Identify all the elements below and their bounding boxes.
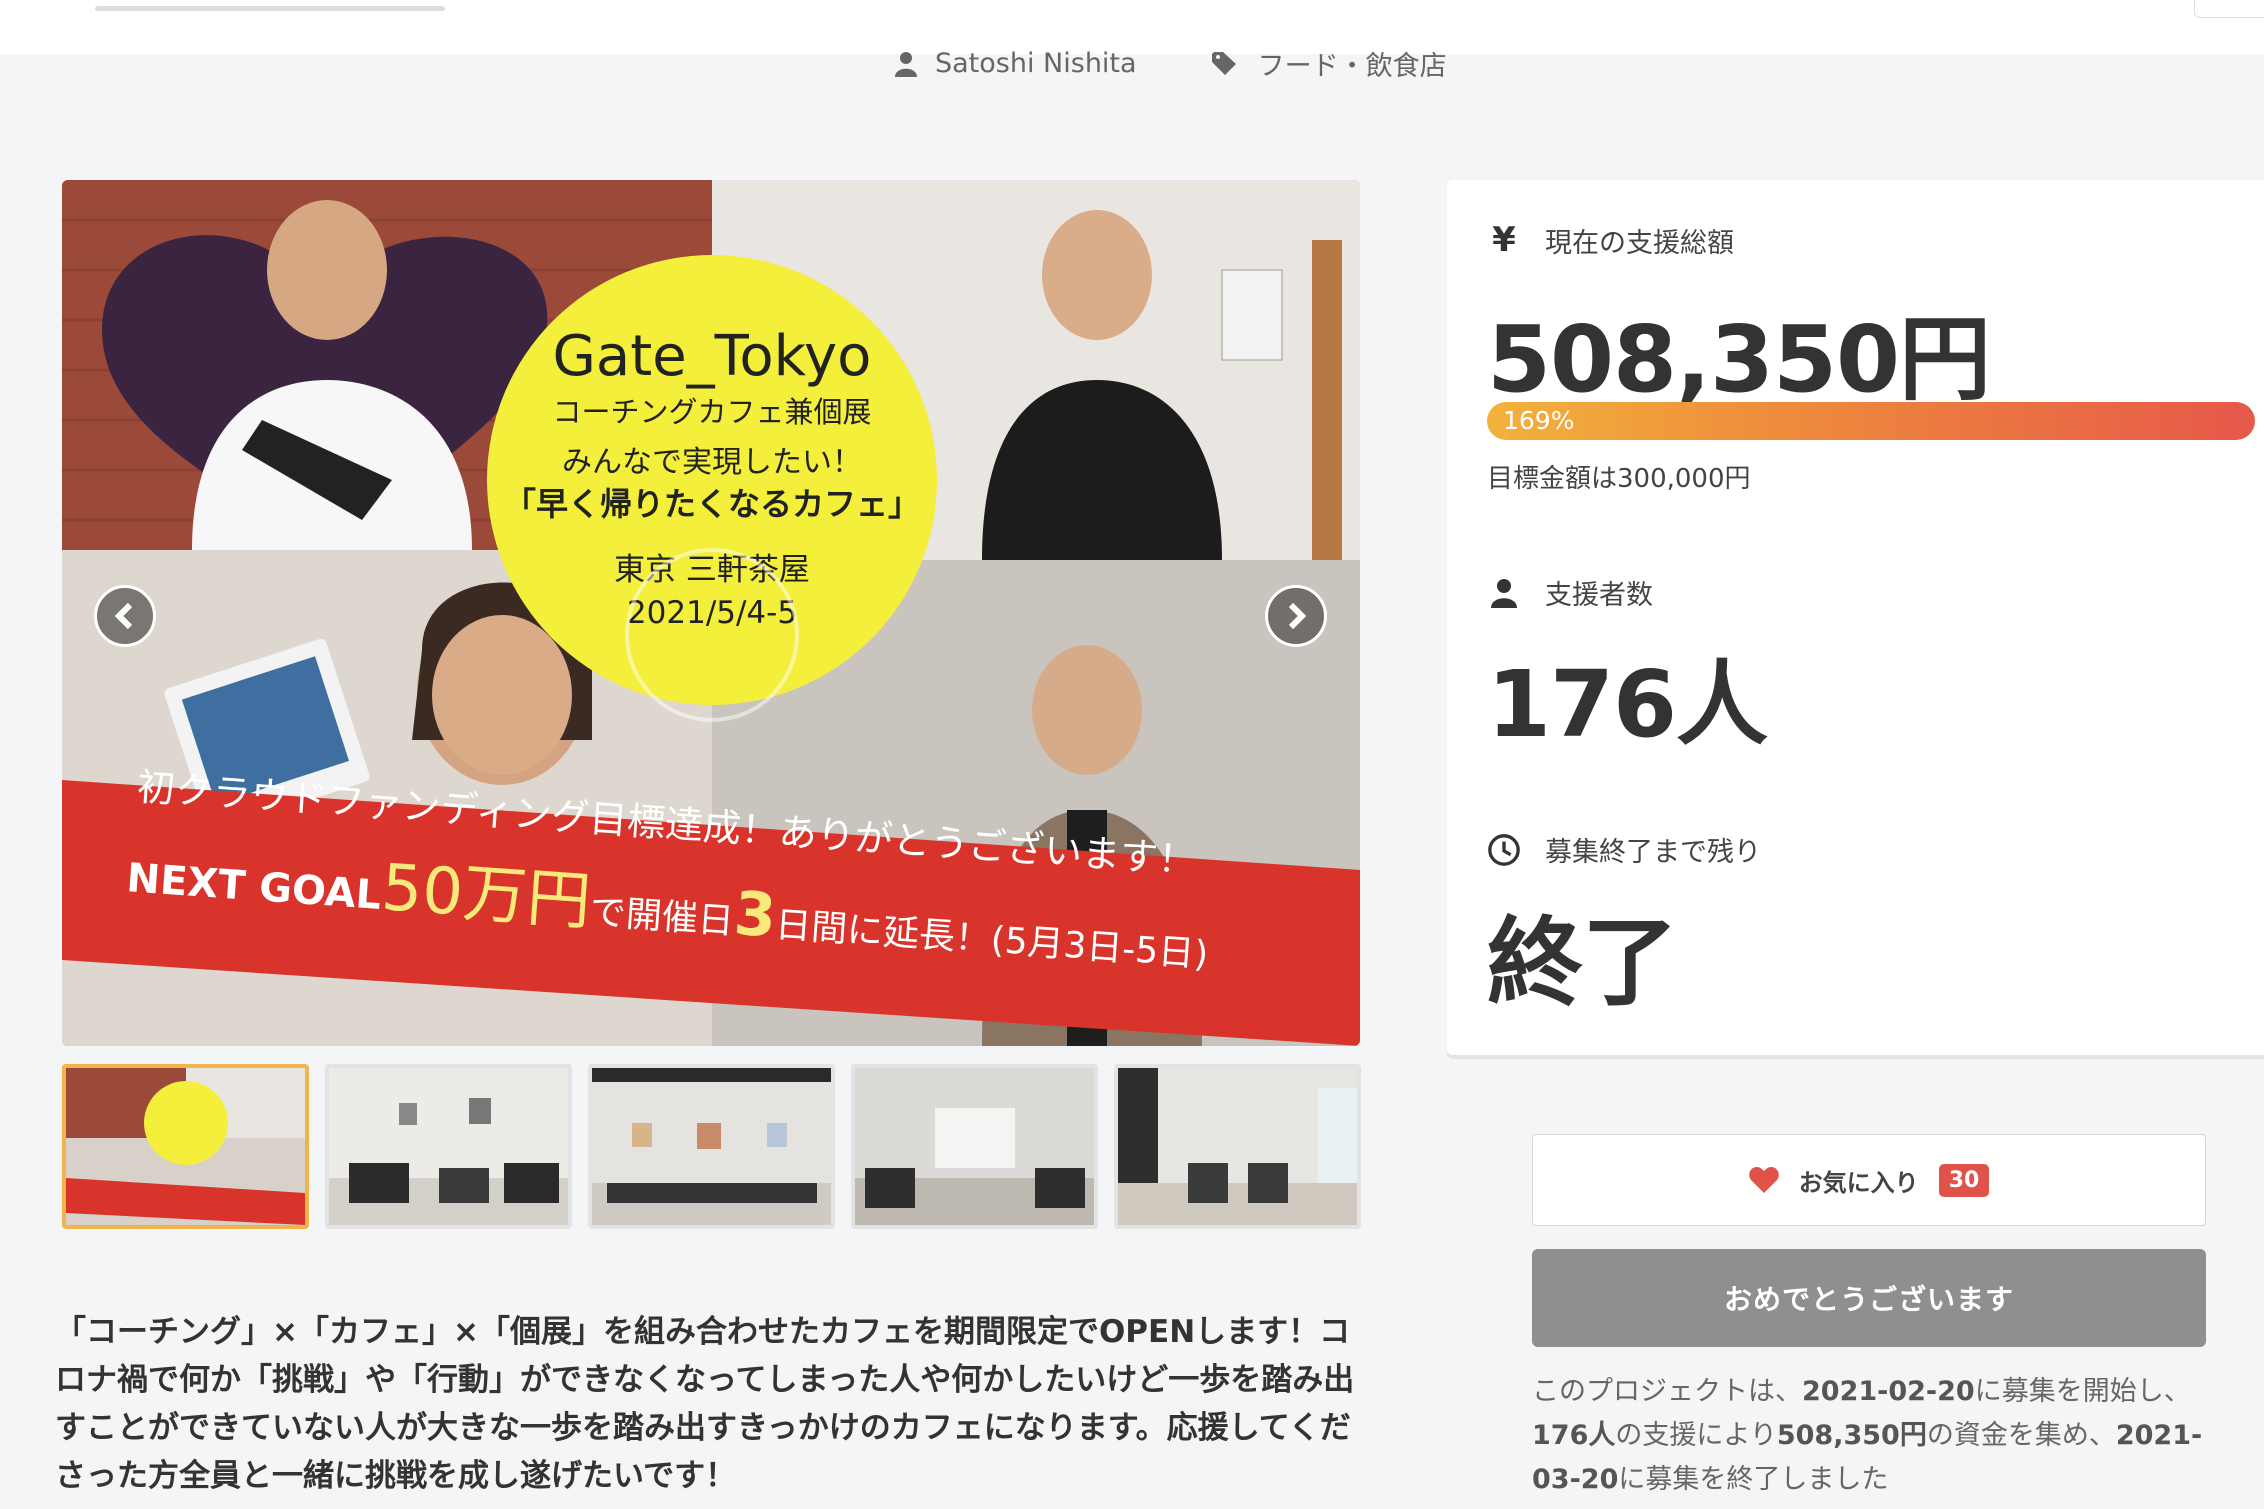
previous-image-button[interactable] [94, 585, 156, 647]
author-name: Satoshi Nishita [935, 48, 1137, 79]
remaining-label: 募集終了まで残り [1487, 830, 1761, 869]
title-circle [487, 255, 937, 705]
stats-card: ¥ 現在の支援総額 508,350円 169% 目標金額は300,000円 支援… [1447, 180, 2264, 1055]
remaining-value: 終了 [1487, 907, 1678, 1019]
congratulations-button[interactable]: おめでとうございます [1532, 1249, 2206, 1347]
start-date: 2021-02-20 [1802, 1376, 1975, 1407]
scroll-progress [95, 6, 445, 11]
thumbnail-2[interactable] [325, 1064, 572, 1229]
supporters-count: 176人 [1487, 651, 1768, 758]
project-description: 「コーチング」×「カフェ」×「個展」を組み合わせたカフェを期間限定でOPENしま… [55, 1314, 1355, 1494]
user-icon [1487, 578, 1521, 608]
total-amount: 508,350円 [1487, 306, 1991, 413]
tag-icon [1211, 51, 1236, 75]
image-title: Gate_Tokyo [553, 324, 872, 389]
category-link[interactable]: フード・飲食店 [1211, 44, 1447, 83]
image-tagline: みんなで実現したい！ [562, 445, 862, 480]
thumbnail-3[interactable] [588, 1064, 835, 1229]
funding-percent: 169% [1503, 406, 1575, 435]
clock-icon [1487, 832, 1521, 868]
image-cafe-name: 「早く帰りたくなるカフェ」 [504, 485, 920, 523]
category-name: フード・飲食店 [1257, 51, 1447, 82]
author-link[interactable]: Satoshi Nishita [895, 44, 1137, 83]
supporters-label: 支援者数 [1487, 573, 1653, 612]
project-meta: Satoshi Nishita フード・飲食店 [895, 44, 1447, 83]
thumbnail-4[interactable] [851, 1064, 1098, 1229]
thumbnail-strip [62, 1064, 1361, 1229]
main-image[interactable]: Gate_Tokyo コーチングカフェ兼個展 みんなで実現したい！ 「早く帰りた… [62, 180, 1360, 1046]
summary-amount: 508,350円 [1776, 1420, 1927, 1451]
chevron-right-icon [1288, 602, 1307, 630]
summary-supporters: 176人 [1532, 1420, 1616, 1451]
favorite-label: お気に入り [1798, 1168, 1919, 1197]
image-dates: 2021/5/4-5 [627, 595, 797, 631]
total-label: ¥ 現在の支援総額 [1487, 220, 1734, 260]
project-summary: このプロジェクトは、2021-02-20に募集を開始し、176人の支援により50… [1532, 1376, 2203, 1495]
goal-amount: 目標金額は300,000円 [1487, 464, 1751, 494]
next-image-button[interactable] [1265, 585, 1327, 647]
heart-icon [1748, 1167, 1779, 1193]
chevron-left-icon [114, 602, 133, 630]
header-widget[interactable] [2194, 0, 2264, 18]
favorite-button[interactable]: お気に入り 30 [1532, 1134, 2206, 1226]
yen-icon: ¥ [1492, 220, 1516, 260]
favorite-count-badge: 30 [1938, 1163, 1990, 1197]
funding-progress-bar: 169% [1487, 402, 2255, 440]
image-subtitle: コーチングカフェ兼個展 [552, 395, 871, 429]
thumbnail-1[interactable] [62, 1064, 309, 1229]
thumbnail-5[interactable] [1114, 1064, 1361, 1229]
user-icon [895, 51, 917, 77]
